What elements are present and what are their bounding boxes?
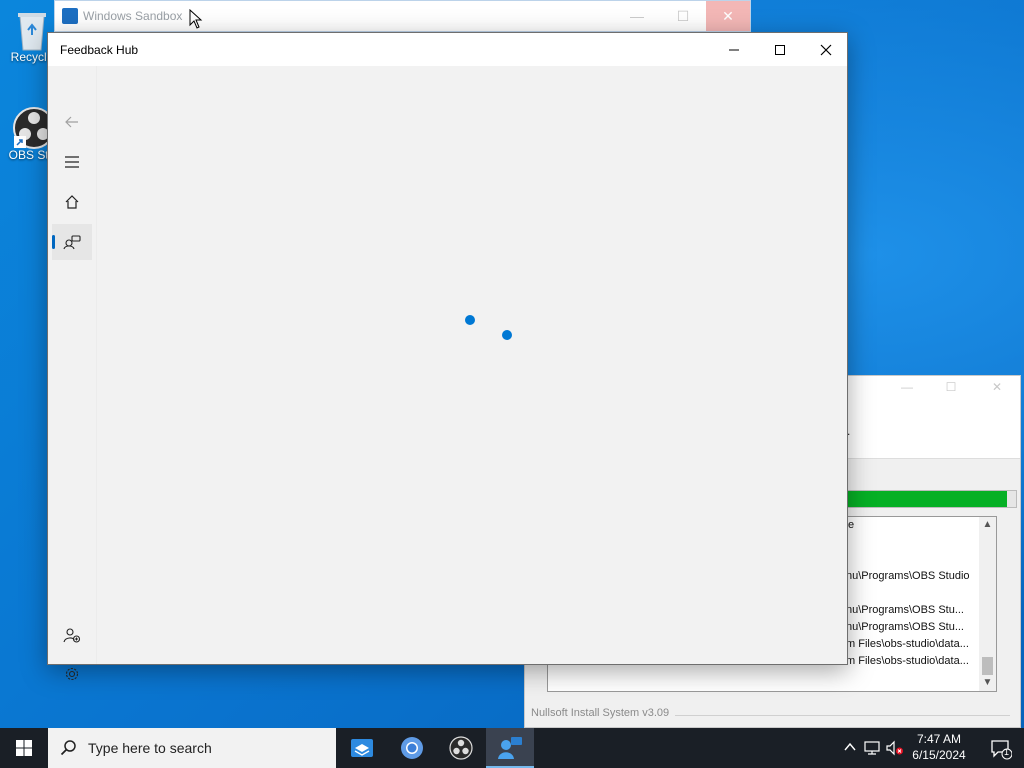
nav-item-home[interactable] bbox=[52, 184, 92, 220]
menu-icon bbox=[65, 156, 79, 168]
menu-button[interactable] bbox=[52, 144, 92, 180]
search-placeholder: Type here to search bbox=[88, 740, 212, 756]
taskbar: Type here to search 7:47 AM 6/15/2024 1 bbox=[0, 728, 1024, 768]
window-title: Feedback Hub bbox=[60, 43, 139, 57]
back-button[interactable] bbox=[52, 104, 92, 140]
chevron-up-icon[interactable] bbox=[844, 742, 856, 752]
maximize-icon bbox=[775, 44, 785, 55]
installer-maximize-button[interactable]: ☐ bbox=[931, 380, 971, 394]
minimize-icon bbox=[729, 49, 739, 50]
sandbox-close-button[interactable]: ✕ bbox=[706, 1, 750, 31]
add-account-icon bbox=[63, 628, 81, 643]
taskbar-app-feedback-hub[interactable] bbox=[486, 728, 534, 768]
footer-divider bbox=[675, 715, 1010, 716]
loading-dot bbox=[502, 330, 512, 340]
feedback-hub-titlebar[interactable]: Feedback Hub bbox=[48, 33, 847, 66]
sandbox-window[interactable]: Windows Sandbox — ☐ ✕ bbox=[54, 0, 751, 32]
clock-time: 7:47 AM bbox=[916, 732, 962, 746]
installer-footer: Nullsoft Install System v3.09 bbox=[531, 707, 670, 719]
nav-item-account[interactable] bbox=[52, 617, 92, 653]
start-button[interactable] bbox=[0, 728, 48, 768]
taskbar-search-box[interactable]: Type here to search bbox=[48, 728, 336, 768]
settings-icon bbox=[65, 667, 79, 681]
nav-pane bbox=[48, 66, 96, 681]
content-area bbox=[96, 66, 847, 664]
feedback-hub-window[interactable]: Feedback Hub bbox=[47, 32, 848, 681]
sandbox-title: Windows Sandbox bbox=[83, 9, 183, 23]
obs-app-icon bbox=[449, 736, 473, 760]
maximize-button[interactable] bbox=[757, 33, 803, 66]
chrome-app-icon bbox=[401, 737, 423, 759]
home-icon bbox=[65, 195, 79, 209]
taskbar-app-sandbox[interactable] bbox=[338, 728, 386, 768]
windows-logo-icon bbox=[16, 740, 32, 756]
system-tray: 7:47 AM 6/15/2024 1 bbox=[824, 728, 1024, 768]
loading-dot bbox=[465, 315, 475, 325]
sandbox-minimize-button[interactable]: — bbox=[615, 1, 659, 31]
notification-count: 1 bbox=[1004, 747, 1010, 757]
sandbox-logo-icon bbox=[62, 8, 78, 24]
minimize-button[interactable] bbox=[711, 33, 757, 66]
close-button[interactable] bbox=[803, 33, 849, 66]
taskbar-clock[interactable]: 7:47 AM 6/15/2024 bbox=[904, 731, 974, 763]
taskbar-app-chrome[interactable] bbox=[388, 728, 436, 768]
scroll-down-icon[interactable]: ▼ bbox=[979, 675, 996, 691]
installer-close-button[interactable]: ✕ bbox=[977, 380, 1017, 394]
volume-muted-icon[interactable] bbox=[886, 740, 904, 756]
feedback-hub-app-icon bbox=[498, 737, 522, 759]
sandbox-app-icon bbox=[351, 739, 373, 757]
taskbar-app-obs[interactable] bbox=[437, 728, 485, 768]
mouse-cursor-icon bbox=[189, 9, 203, 29]
clock-date: 6/15/2024 bbox=[912, 748, 966, 762]
search-icon bbox=[60, 740, 76, 756]
nav-item-settings[interactable] bbox=[52, 656, 92, 692]
scroll-up-icon[interactable]: ▲ bbox=[979, 517, 996, 533]
close-icon bbox=[820, 44, 832, 55]
recycle-bin-icon bbox=[12, 8, 52, 51]
action-center-button[interactable]: 1 bbox=[990, 738, 1013, 760]
sandbox-maximize-button[interactable]: ☐ bbox=[661, 1, 705, 31]
back-icon bbox=[65, 116, 78, 128]
scrollbar-thumb[interactable] bbox=[982, 657, 993, 675]
network-icon[interactable] bbox=[864, 740, 880, 756]
obs-studio-icon bbox=[12, 106, 55, 149]
log-scrollbar[interactable]: ▲ ▼ bbox=[979, 517, 996, 691]
installer-minimize-button[interactable]: — bbox=[887, 380, 927, 394]
feedback-icon bbox=[63, 235, 81, 250]
nav-item-feedback[interactable] bbox=[52, 224, 92, 260]
